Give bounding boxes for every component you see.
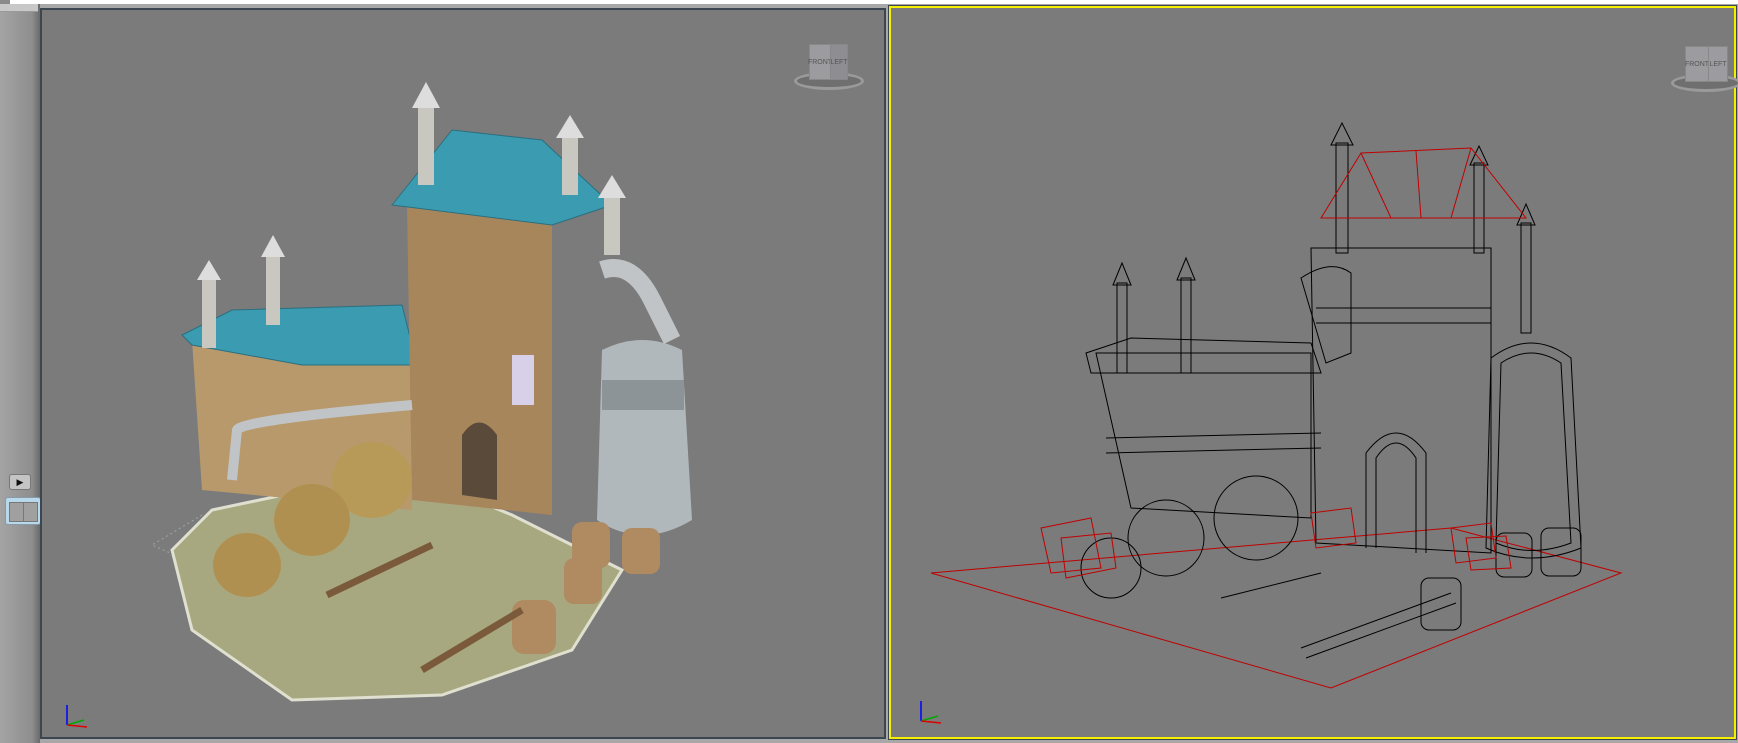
left-side-panel: ▶ [0, 4, 41, 743]
building-wireframe [1080, 121, 1582, 659]
clay-pot [213, 533, 281, 597]
chimney-cap [197, 260, 221, 280]
wireframe-scene [930, 121, 1623, 689]
clay-pot [274, 484, 350, 556]
chimney [266, 255, 280, 325]
viewcube-side-face[interactable]: LEFT [830, 44, 848, 80]
layout-pane-icon [23, 502, 38, 522]
chimney [202, 278, 216, 348]
banner [512, 355, 534, 405]
tower-spire [604, 195, 620, 255]
tower-door [462, 422, 497, 500]
chimney-cap [261, 235, 285, 257]
viewcube[interactable]: FRONT LEFT [1671, 46, 1738, 96]
tower-spire [562, 135, 578, 195]
panel-header [0, 4, 38, 12]
selected-objects-wireframe [1040, 147, 1528, 579]
barrel [622, 528, 660, 574]
spire-cap [556, 115, 584, 138]
spire-cap [598, 175, 626, 198]
layout-pane-icon [9, 502, 24, 522]
axis-tripod-icon [920, 701, 942, 724]
viewcube[interactable]: FRONT LEFT [794, 44, 864, 94]
boiler-tank [597, 340, 692, 535]
top-toolbar-strip [0, 0, 1738, 4]
tower-spire [418, 105, 434, 185]
viewport-layout-button[interactable] [5, 497, 41, 525]
steam-pipe [599, 259, 681, 345]
barrel [564, 558, 602, 604]
play-icon: ▶ [16, 476, 24, 487]
ground-plane-wireframe [930, 527, 1623, 689]
spire-cap [412, 82, 440, 108]
viewport-perspective-shaded[interactable]: FRONT LEFT [40, 8, 886, 739]
viewcube-front-face[interactable]: FRONT [808, 44, 832, 80]
viewcube-front-face[interactable]: FRONT [1685, 46, 1709, 82]
boiler-band [602, 380, 684, 410]
viewport-wireframe-active[interactable]: FRONT LEFT [888, 5, 1738, 740]
shaded-scene [150, 82, 692, 702]
axis-tripod-icon [66, 705, 88, 728]
play-button[interactable]: ▶ [9, 474, 31, 490]
viewcube-side-face[interactable]: LEFT [1708, 46, 1728, 82]
